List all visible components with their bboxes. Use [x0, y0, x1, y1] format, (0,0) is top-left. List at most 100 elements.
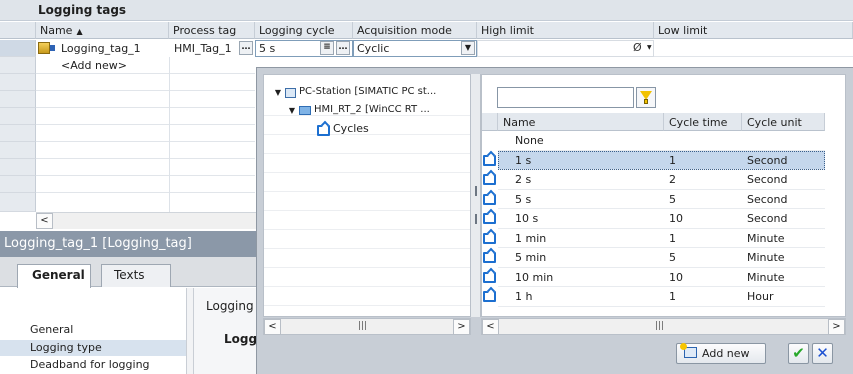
pc-station-icon — [285, 88, 296, 98]
table-row[interactable] — [36, 74, 255, 91]
acquisition-mode-value: Cyclic — [357, 42, 390, 55]
row-gutter[interactable] — [0, 74, 36, 91]
tab-general[interactable]: General — [17, 264, 91, 288]
nav-item-logging-type[interactable]: Logging type — [0, 340, 186, 356]
list-header-name[interactable]: Name — [498, 113, 664, 131]
list-header-cycle-unit[interactable]: Cycle unit — [742, 113, 825, 131]
cycle-icon — [483, 291, 496, 302]
tree-gridline — [264, 155, 470, 173]
column-header-high-limit[interactable]: High limit — [477, 22, 654, 39]
list-item[interactable]: 10 s 10 Second — [498, 209, 825, 229]
tree-gridline — [264, 231, 470, 249]
row-name[interactable]: Logging_tag_1 — [57, 40, 169, 57]
row-gutter[interactable] — [0, 108, 36, 125]
cycle-unit: Hour — [747, 290, 774, 303]
list-item[interactable]: 5 min 5 Minute — [498, 248, 825, 268]
splitter-grip-icon[interactable] — [475, 214, 477, 224]
list-item[interactable]: 1 min 1 Minute — [498, 229, 825, 248]
add-new-row[interactable]: <Add new> — [57, 57, 169, 74]
column-header-acquisition-mode[interactable]: Acquisition mode — [353, 22, 477, 39]
list-scroll-grip-icon[interactable]: ||| — [655, 321, 664, 331]
list-scroll-left-button[interactable]: < — [482, 319, 499, 335]
tree-gridline — [264, 250, 470, 268]
cycle-unit: Second — [747, 192, 788, 206]
hmi-device-icon — [299, 106, 311, 115]
tree-scroll-right-button[interactable]: > — [453, 319, 470, 335]
ok-button[interactable]: ✔ — [788, 343, 809, 364]
column-divider — [169, 57, 170, 212]
list-item[interactable]: 10 min 10 Minute — [498, 268, 825, 287]
row-gutter[interactable] — [0, 40, 36, 57]
cycle-time: 2 — [669, 173, 676, 186]
row-gutter[interactable] — [0, 176, 36, 193]
sort-ascending-icon: ▲ — [76, 27, 83, 36]
row-gutter[interactable] — [0, 142, 36, 159]
cycles-icon — [317, 125, 330, 136]
list-item[interactable]: 1 s 1 Second — [498, 150, 825, 170]
cycle-unit: Minute — [747, 231, 785, 245]
table-row[interactable] — [36, 159, 255, 176]
tree-gridline — [264, 193, 470, 211]
row-gutter[interactable] — [0, 125, 36, 142]
row-gutter[interactable] — [0, 57, 36, 74]
list-icon-column-header — [482, 113, 498, 131]
cycle-name: 1 s — [515, 153, 532, 167]
expand-arrow-icon[interactable]: ▼ — [287, 106, 297, 115]
low-limit-field[interactable] — [654, 40, 853, 57]
nav-item-general[interactable]: General — [30, 322, 73, 338]
cycle-time: 10 — [669, 212, 683, 225]
cycle-name: 10 min — [515, 270, 554, 284]
navigation-splitter[interactable] — [186, 288, 194, 374]
table-row[interactable] — [36, 91, 255, 108]
row-gutter[interactable] — [0, 159, 36, 176]
tree-gridline — [264, 269, 470, 287]
table-row[interactable] — [36, 176, 255, 193]
expand-arrow-icon[interactable]: ▼ — [273, 88, 283, 97]
column-header-logging-cycle[interactable]: Logging cycle — [255, 22, 353, 39]
list-item[interactable]: 1 h 1 Hour — [498, 287, 825, 307]
process-tag-browse-button[interactable]: … — [239, 41, 253, 55]
list-header-cycle-time[interactable]: Cycle time — [664, 113, 742, 131]
list-scroll-right-button[interactable]: > — [828, 319, 845, 335]
row-gutter[interactable] — [0, 91, 36, 108]
table-row[interactable] — [36, 125, 255, 142]
table-horizontal-scrollbar[interactable] — [36, 212, 256, 229]
tree-gridline — [264, 212, 470, 230]
column-header-low-limit[interactable]: Low limit — [654, 22, 853, 39]
cycle-time: 5 — [669, 192, 676, 206]
high-limit-dropdown-icon[interactable]: ▼ — [647, 44, 652, 51]
filter-button[interactable] — [636, 87, 656, 108]
cycle-icon — [483, 233, 496, 244]
cycle-time: 1 — [669, 231, 676, 245]
column-header-name[interactable]: Name ▲ — [36, 22, 169, 39]
logging-cycle-browse-button[interactable]: … — [336, 41, 350, 55]
filter-input[interactable] — [497, 87, 634, 108]
cycle-time: 5 — [669, 251, 676, 264]
tree-scroll-grip-icon[interactable]: ||| — [358, 321, 367, 331]
table-row[interactable] — [36, 108, 255, 125]
header-gutter — [0, 22, 36, 39]
scroll-left-button[interactable]: < — [36, 213, 53, 229]
tree-gridline — [264, 288, 470, 306]
tree-scroll-left-button[interactable]: < — [264, 319, 281, 335]
tree-node-pc-station[interactable]: PC-Station [SIMATIC PC st... — [299, 86, 436, 102]
list-item[interactable]: 5 s 5 Second — [498, 190, 825, 209]
tree-node-cycles[interactable]: Cycles — [333, 122, 369, 138]
tab-texts[interactable]: Texts — [101, 264, 171, 287]
nav-item-deadband[interactable]: Deadband for logging — [30, 357, 150, 373]
row-process-tag[interactable]: HMI_Tag_1 — [170, 40, 240, 57]
acquisition-mode-select[interactable]: Cyclic — [353, 40, 477, 57]
list-item[interactable]: None — [498, 131, 825, 151]
logging-cycle-list-button[interactable]: ≡ — [320, 41, 334, 55]
splitter-grip-icon[interactable] — [475, 186, 477, 196]
acquisition-mode-dropdown-icon[interactable]: ▼ — [461, 41, 475, 55]
table-row[interactable] — [36, 142, 255, 159]
list-item[interactable]: 2 s 2 Second — [498, 170, 825, 190]
high-limit-field[interactable] — [477, 40, 654, 57]
column-header-process-tag[interactable]: Process tag — [169, 22, 255, 39]
cycle-unit: Second — [747, 173, 788, 186]
tree-node-hmi-rt[interactable]: HMI_RT_2 [WinCC RT ... — [314, 104, 430, 120]
row-gutter[interactable] — [0, 193, 36, 212]
column-header-name-label: Name — [40, 24, 73, 37]
cancel-button[interactable]: ✕ — [812, 343, 833, 364]
